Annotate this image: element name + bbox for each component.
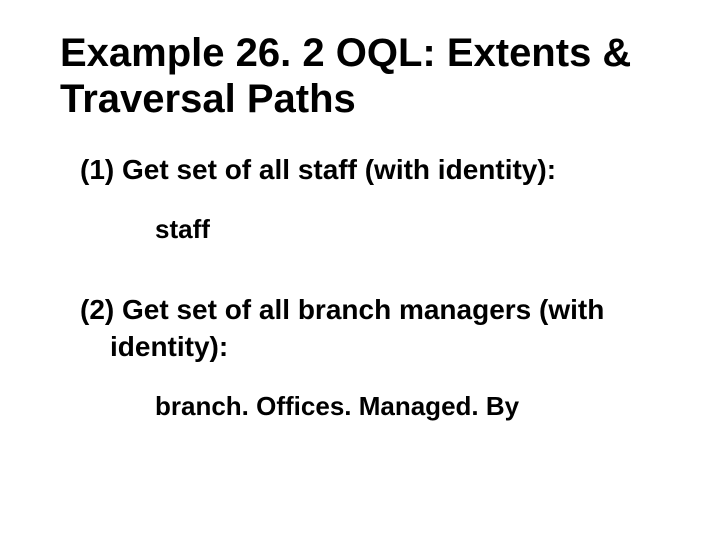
item-2-code: branch. Offices. Managed. By <box>60 390 680 424</box>
slide: { "title": "Example 26. 2 OQL: Extents &… <box>0 0 720 540</box>
item-2-prompt: (2) Get set of all branch managers (with… <box>60 292 680 365</box>
slide-title: Example 26. 2 OQL: Extents & Traversal P… <box>60 30 680 122</box>
item-1-code: staff <box>60 213 680 247</box>
item-1-prompt: (1) Get set of all staff (with identity)… <box>60 152 680 188</box>
